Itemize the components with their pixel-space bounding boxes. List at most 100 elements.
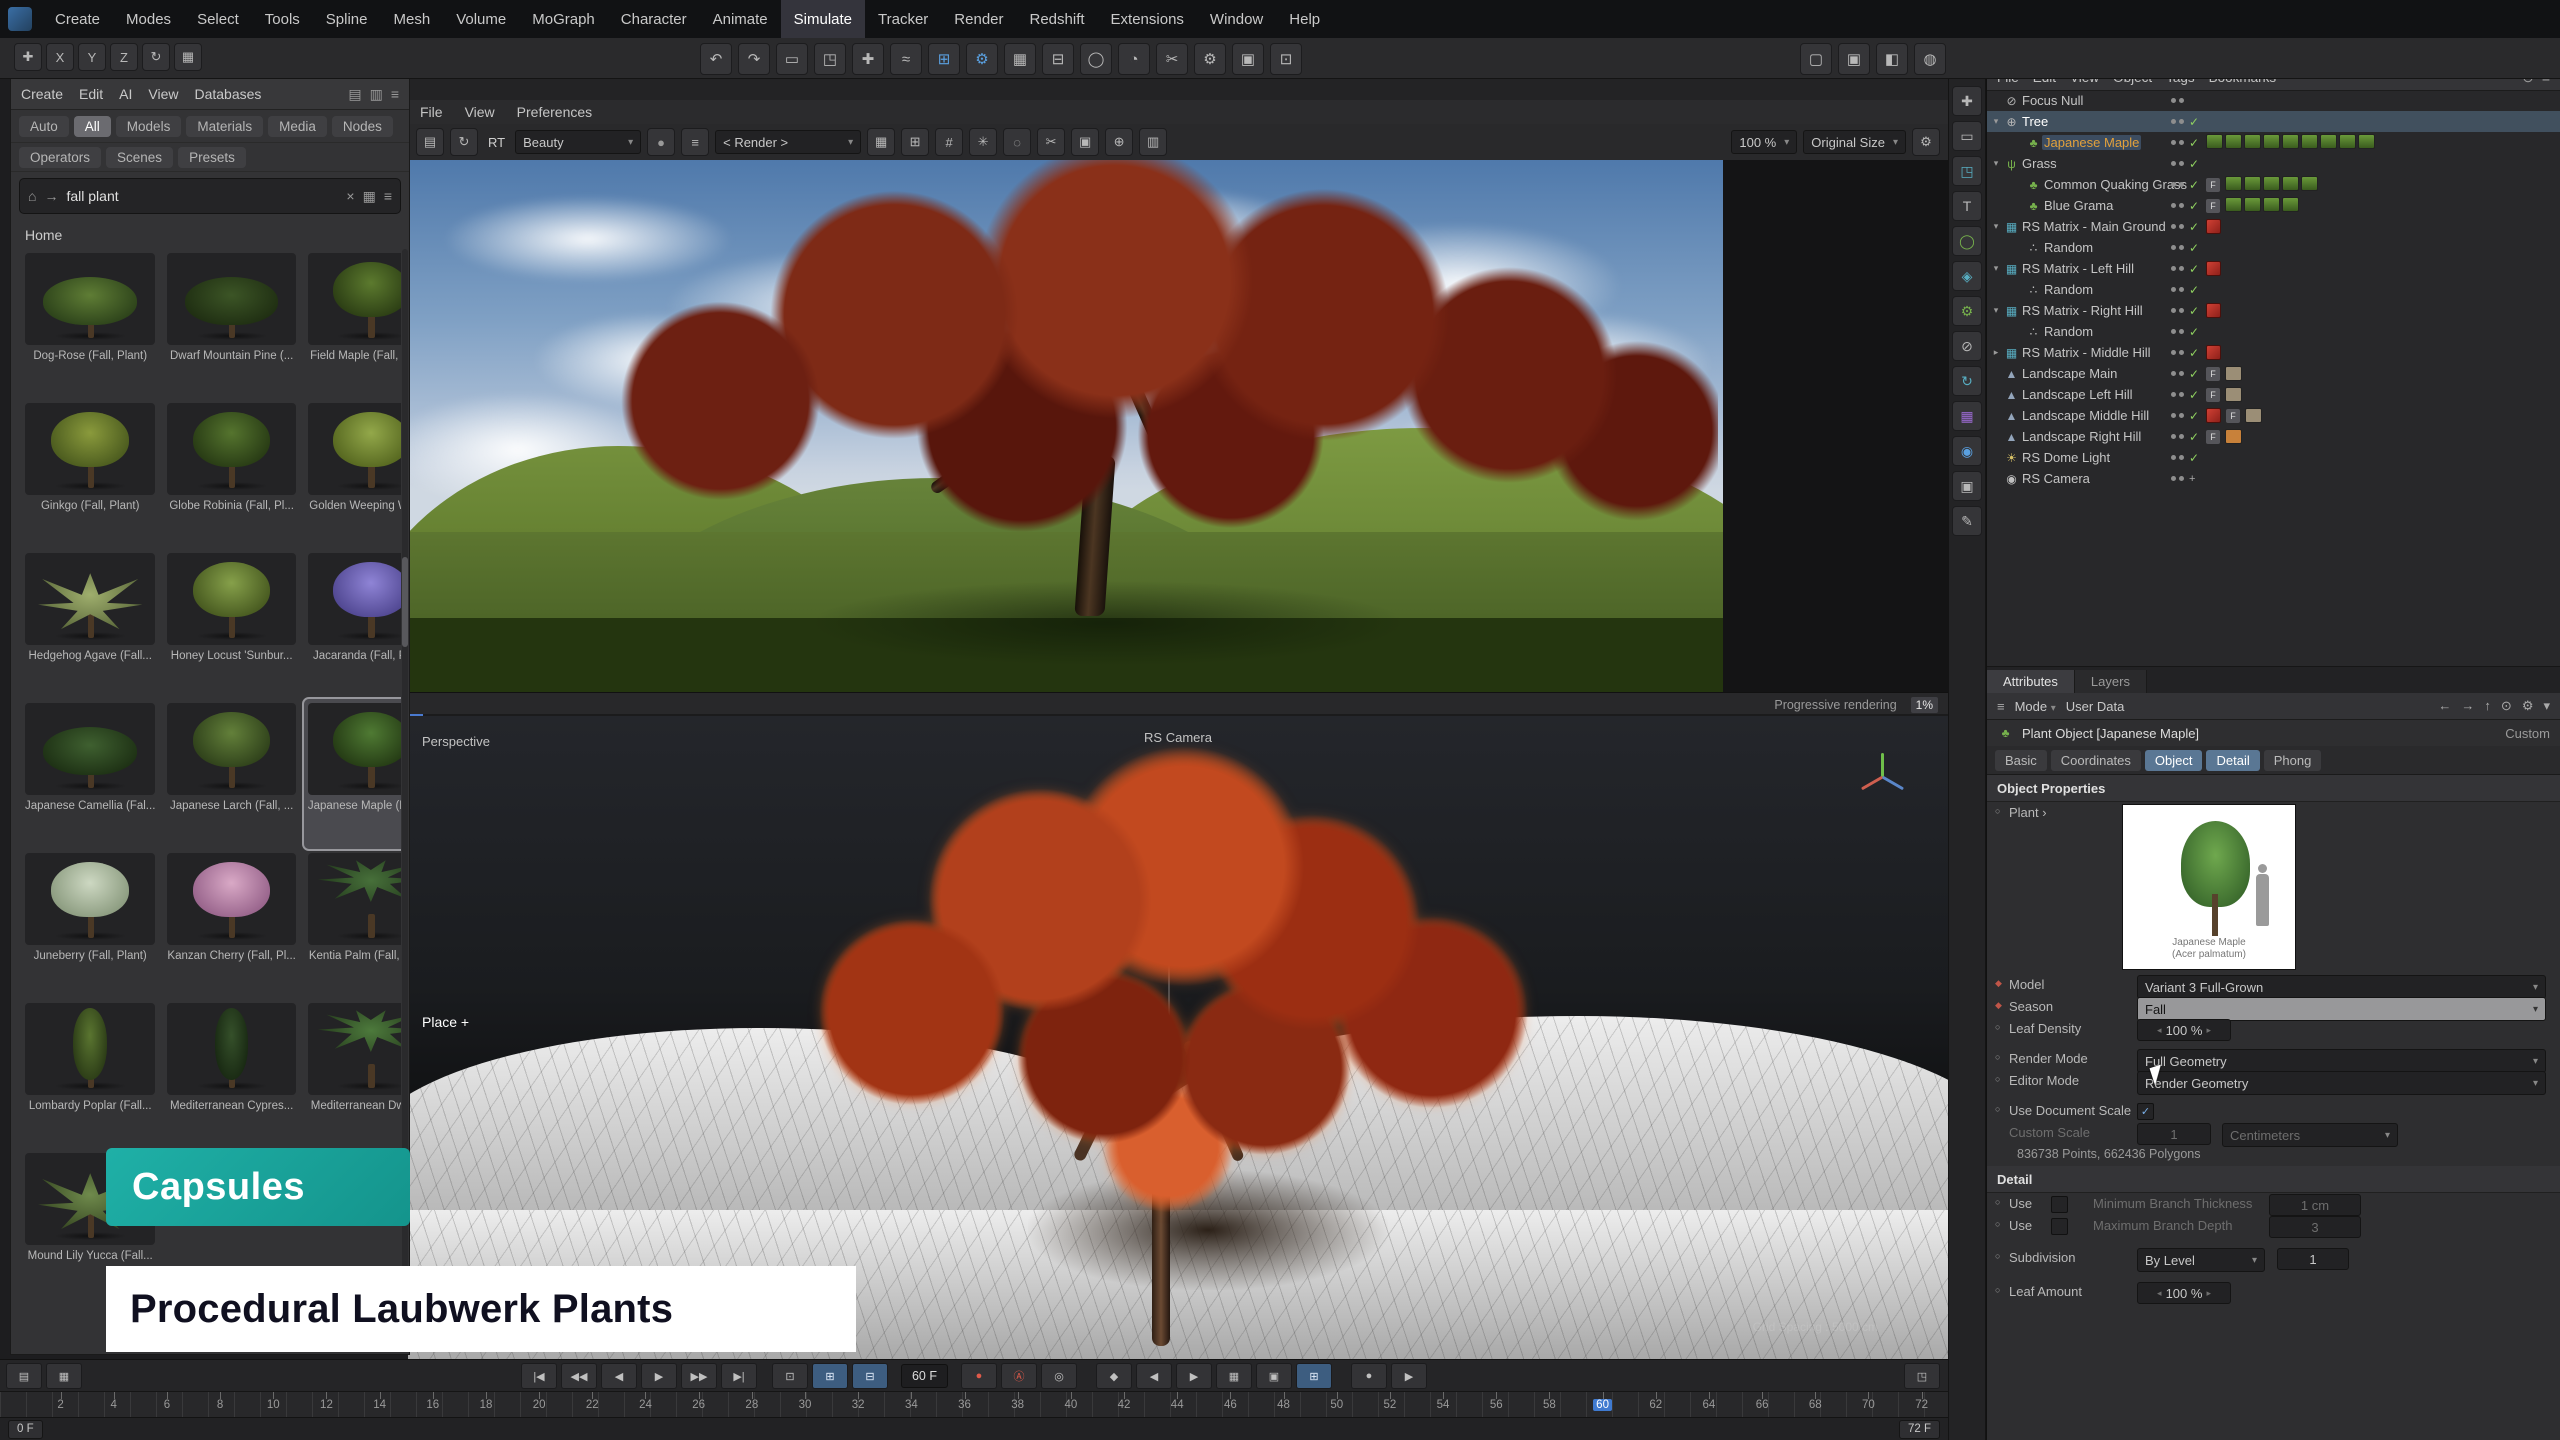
grid-view-icon[interactable]: ▦ — [363, 188, 376, 205]
axis-lock-button[interactable]: ↻ — [142, 43, 170, 71]
node-label[interactable]: Japanese Maple — [2042, 135, 2141, 150]
toolbar-icon[interactable]: ≈ — [890, 43, 922, 75]
flag-tag-icon[interactable]: F — [2226, 409, 2240, 423]
flag-tag-icon[interactable]: F — [2206, 367, 2220, 381]
node-icon[interactable] — [2003, 304, 2020, 318]
frame-tick[interactable]: 24 — [619, 1392, 672, 1418]
frame-tick[interactable]: 62 — [1629, 1392, 1682, 1418]
frame-tick[interactable]: 16 — [406, 1392, 459, 1418]
mode-dropdown[interactable]: Mode ▾ — [2015, 699, 2056, 714]
axis-lock-button[interactable]: Z — [110, 43, 138, 71]
flag-tag-icon[interactable]: F — [2206, 430, 2220, 444]
expand-icon[interactable]: ▾ — [1989, 305, 2003, 316]
asset-thumbnail[interactable]: Lombardy Poplar (Fall... — [21, 999, 159, 1149]
enabled-check-icon[interactable] — [2189, 178, 2201, 192]
node-icon[interactable] — [2025, 136, 2042, 150]
node-label[interactable]: RS Camera — [2020, 471, 2092, 486]
render-toolbar-icon[interactable]: ◧ — [1876, 43, 1908, 75]
attributes-nav-icon[interactable]: ↑ — [2484, 698, 2491, 714]
toolbar-icon[interactable]: ⚙ — [1194, 43, 1226, 75]
asset-thumbnail[interactable]: Ginkgo (Fall, Plant) — [21, 399, 159, 549]
toolbar-icon[interactable]: ✚ — [852, 43, 884, 75]
tree-node-row[interactable]: Landscape Right Hill F + — [1987, 426, 2560, 447]
clear-search-icon[interactable]: × — [346, 188, 354, 204]
enabled-check-icon[interactable] — [2189, 325, 2201, 339]
filter-tab[interactable]: All — [74, 116, 111, 137]
visibility-dots-icon[interactable] — [2171, 224, 2184, 229]
keyframe-button[interactable]: ▦ — [1216, 1363, 1252, 1389]
axis-lock-button[interactable]: ▦ — [174, 43, 202, 71]
attributes-tab[interactable]: Attributes — [1987, 670, 2075, 693]
render-view-icon[interactable]: ✂ — [1037, 128, 1065, 156]
frame-tick[interactable]: 12 — [300, 1392, 353, 1418]
menu-item[interactable]: Volume — [443, 0, 519, 38]
frame-tick[interactable]: 20 — [513, 1392, 566, 1418]
toolbar-icon[interactable]: ✂ — [1156, 43, 1188, 75]
node-icon[interactable] — [2025, 241, 2042, 255]
node-label[interactable]: Focus Null — [2020, 93, 2085, 108]
current-frame-field[interactable]: 60 F — [901, 1364, 948, 1388]
enabled-check-icon[interactable] — [2189, 220, 2201, 234]
section-header[interactable]: Object Properties — [1997, 781, 2105, 796]
tree-node-row[interactable]: ▾ RS Matrix - Main Ground F + — [1987, 216, 2560, 237]
attributes-nav-icon[interactable]: ← — [2438, 698, 2451, 714]
material-chips[interactable] — [2225, 197, 2301, 215]
attributes-nav-icon[interactable]: ⊙ — [2501, 698, 2512, 714]
side-tool-icon[interactable]: ▣ — [1952, 471, 1982, 501]
node-icon[interactable] — [2003, 388, 2020, 402]
expand-icon[interactable]: ▾ — [1989, 158, 2003, 169]
asset-browser-menu-item[interactable]: AI — [119, 86, 132, 102]
tree-node-row[interactable]: Landscape Left Hill F + — [1987, 384, 2560, 405]
frame-tick[interactable]: 2 — [34, 1392, 87, 1418]
enabled-check-icon[interactable] — [2189, 304, 2201, 318]
tree-node-row[interactable]: Random F + — [1987, 237, 2560, 258]
frame-tick[interactable]: 56 — [1470, 1392, 1523, 1418]
custom-button[interactable]: Custom — [2505, 726, 2550, 741]
playback-button[interactable]: ▶| — [721, 1363, 757, 1389]
node-icon[interactable] — [2025, 199, 2042, 213]
visibility-dots-icon[interactable] — [2171, 329, 2184, 334]
audio-play-button[interactable]: ● — [1351, 1363, 1387, 1389]
visibility-dots-icon[interactable] — [2171, 98, 2184, 103]
camera-label[interactable]: RS Camera — [1144, 730, 1212, 745]
toolbar-icon[interactable]: ▣ — [1232, 43, 1264, 75]
tree-node-row[interactable]: Common Quaking Grass F + — [1987, 174, 2560, 195]
node-label[interactable]: Grass — [2020, 156, 2059, 171]
side-tool-icon[interactable]: ◳ — [1952, 156, 1982, 186]
use-document-scale-checkbox[interactable] — [2137, 1103, 2154, 1120]
tree-node-row[interactable]: ▾ Tree F + — [1987, 111, 2560, 132]
visibility-dots-icon[interactable] — [2171, 266, 2184, 271]
toolbar-icon[interactable]: ⊞ — [928, 43, 960, 75]
enabled-check-icon[interactable] — [2189, 346, 2201, 360]
enabled-check-icon[interactable] — [2189, 430, 2201, 444]
frame-tick[interactable]: 52 — [1363, 1392, 1416, 1418]
frame-tick[interactable]: 34 — [885, 1392, 938, 1418]
asset-thumbnail[interactable]: Hedgehog Agave (Fall... — [21, 549, 159, 699]
frame-tick[interactable]: 40 — [1044, 1392, 1097, 1418]
toolbar-icon[interactable]: ▦ — [1004, 43, 1036, 75]
render-view-icon[interactable]: ▦ — [867, 128, 895, 156]
filter-tab[interactable]: Media — [268, 116, 327, 137]
view-mode-icon[interactable]: ▤ — [348, 86, 361, 103]
visibility-dots-icon[interactable] — [2171, 476, 2184, 481]
subdivision-field[interactable]: 1 — [2277, 1248, 2349, 1270]
visibility-dots-icon[interactable] — [2171, 119, 2184, 124]
render-view-icon[interactable]: ⊕ — [1105, 128, 1133, 156]
menu-item[interactable]: Extensions — [1098, 0, 1197, 38]
render-toolbar-icon[interactable]: ▣ — [1838, 43, 1870, 75]
keyframe-button[interactable]: ▣ — [1256, 1363, 1292, 1389]
node-icon[interactable] — [2003, 451, 2020, 465]
record-button[interactable]: Ⓐ — [1001, 1363, 1037, 1389]
render-view-icon[interactable]: # — [935, 128, 963, 156]
playback-button[interactable]: ▶▶ — [681, 1363, 717, 1389]
playback-button[interactable]: ▶ — [641, 1363, 677, 1389]
asset-thumbnail[interactable]: Golden Weeping Willo... — [304, 399, 401, 549]
tree-node-row[interactable]: Blue Grama F + — [1987, 195, 2560, 216]
toolbar-icon[interactable]: ↷ — [738, 43, 770, 75]
frame-tick[interactable]: 30 — [778, 1392, 831, 1418]
keyframe-button[interactable]: ◀ — [1136, 1363, 1172, 1389]
node-icon[interactable] — [2025, 283, 2042, 297]
side-tool-icon[interactable]: ✚ — [1952, 86, 1982, 116]
node-label[interactable]: Blue Grama — [2042, 198, 2115, 213]
visibility-dots-icon[interactable] — [2171, 350, 2184, 355]
